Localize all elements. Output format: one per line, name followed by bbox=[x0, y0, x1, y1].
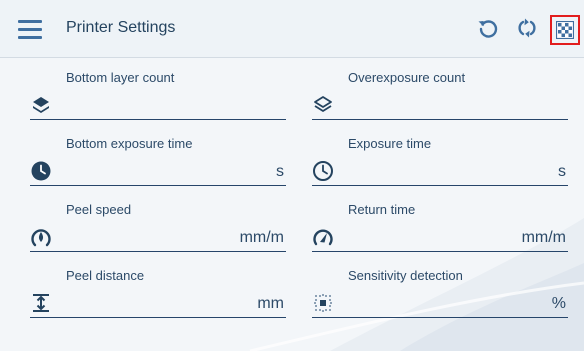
clock-outline-icon bbox=[312, 160, 334, 182]
speed-icon bbox=[30, 226, 52, 248]
field-label: Sensitivity detection bbox=[348, 268, 463, 283]
field-peel-speed[interactable]: Peel speed mm/m bbox=[30, 202, 286, 262]
layers-filled-icon bbox=[30, 94, 52, 116]
checkerboard-icon[interactable] bbox=[550, 15, 580, 45]
gauge-icon bbox=[312, 226, 334, 248]
field-overexposure-count[interactable]: Overexposure count bbox=[312, 70, 568, 130]
clock-filled-icon bbox=[30, 160, 52, 182]
field-label: Bottom exposure time bbox=[66, 136, 193, 151]
field-underline bbox=[30, 119, 286, 120]
field-unit: s bbox=[558, 163, 566, 180]
distance-icon bbox=[30, 292, 52, 314]
field-unit: mm/m bbox=[239, 229, 284, 246]
field-exposure-time[interactable]: Exposure time s bbox=[312, 136, 568, 196]
field-label: Overexposure count bbox=[348, 70, 466, 85]
field-underline bbox=[312, 317, 568, 318]
field-bottom-exposure-time[interactable]: Bottom exposure time s bbox=[30, 136, 286, 196]
layers-outline-icon bbox=[312, 94, 334, 116]
field-unit: % bbox=[551, 295, 566, 312]
field-label: Exposure time bbox=[348, 136, 432, 151]
field-peel-distance[interactable]: Peel distance mm bbox=[30, 268, 286, 328]
field-label: Peel distance bbox=[66, 268, 145, 283]
field-unit: s bbox=[276, 163, 284, 180]
field-bottom-layer-count[interactable]: Bottom layer count bbox=[30, 70, 286, 130]
field-underline bbox=[312, 251, 568, 252]
field-underline bbox=[30, 251, 286, 252]
field-underline bbox=[30, 185, 286, 186]
field-return-time[interactable]: Return time mm/m bbox=[312, 202, 568, 262]
top-bar: Printer Settings bbox=[0, 0, 584, 58]
field-label: Bottom layer count bbox=[66, 70, 175, 85]
menu-icon[interactable] bbox=[18, 20, 42, 39]
field-label: Peel speed bbox=[66, 202, 132, 217]
field-underline bbox=[312, 185, 568, 186]
field-sensitivity-detection[interactable]: Sensitivity detection % bbox=[312, 268, 568, 328]
field-underline bbox=[30, 317, 286, 318]
page-title: Printer Settings bbox=[66, 19, 176, 36]
field-label: Return time bbox=[348, 202, 416, 217]
settings-panel: Bottom layer count Overexposure count Bo… bbox=[0, 58, 584, 351]
undo-icon[interactable] bbox=[476, 16, 500, 40]
field-underline bbox=[312, 119, 568, 120]
sensitivity-icon bbox=[312, 292, 334, 314]
sync-icon[interactable] bbox=[515, 16, 539, 40]
field-unit: mm bbox=[257, 295, 284, 312]
field-unit: mm/m bbox=[521, 229, 566, 246]
